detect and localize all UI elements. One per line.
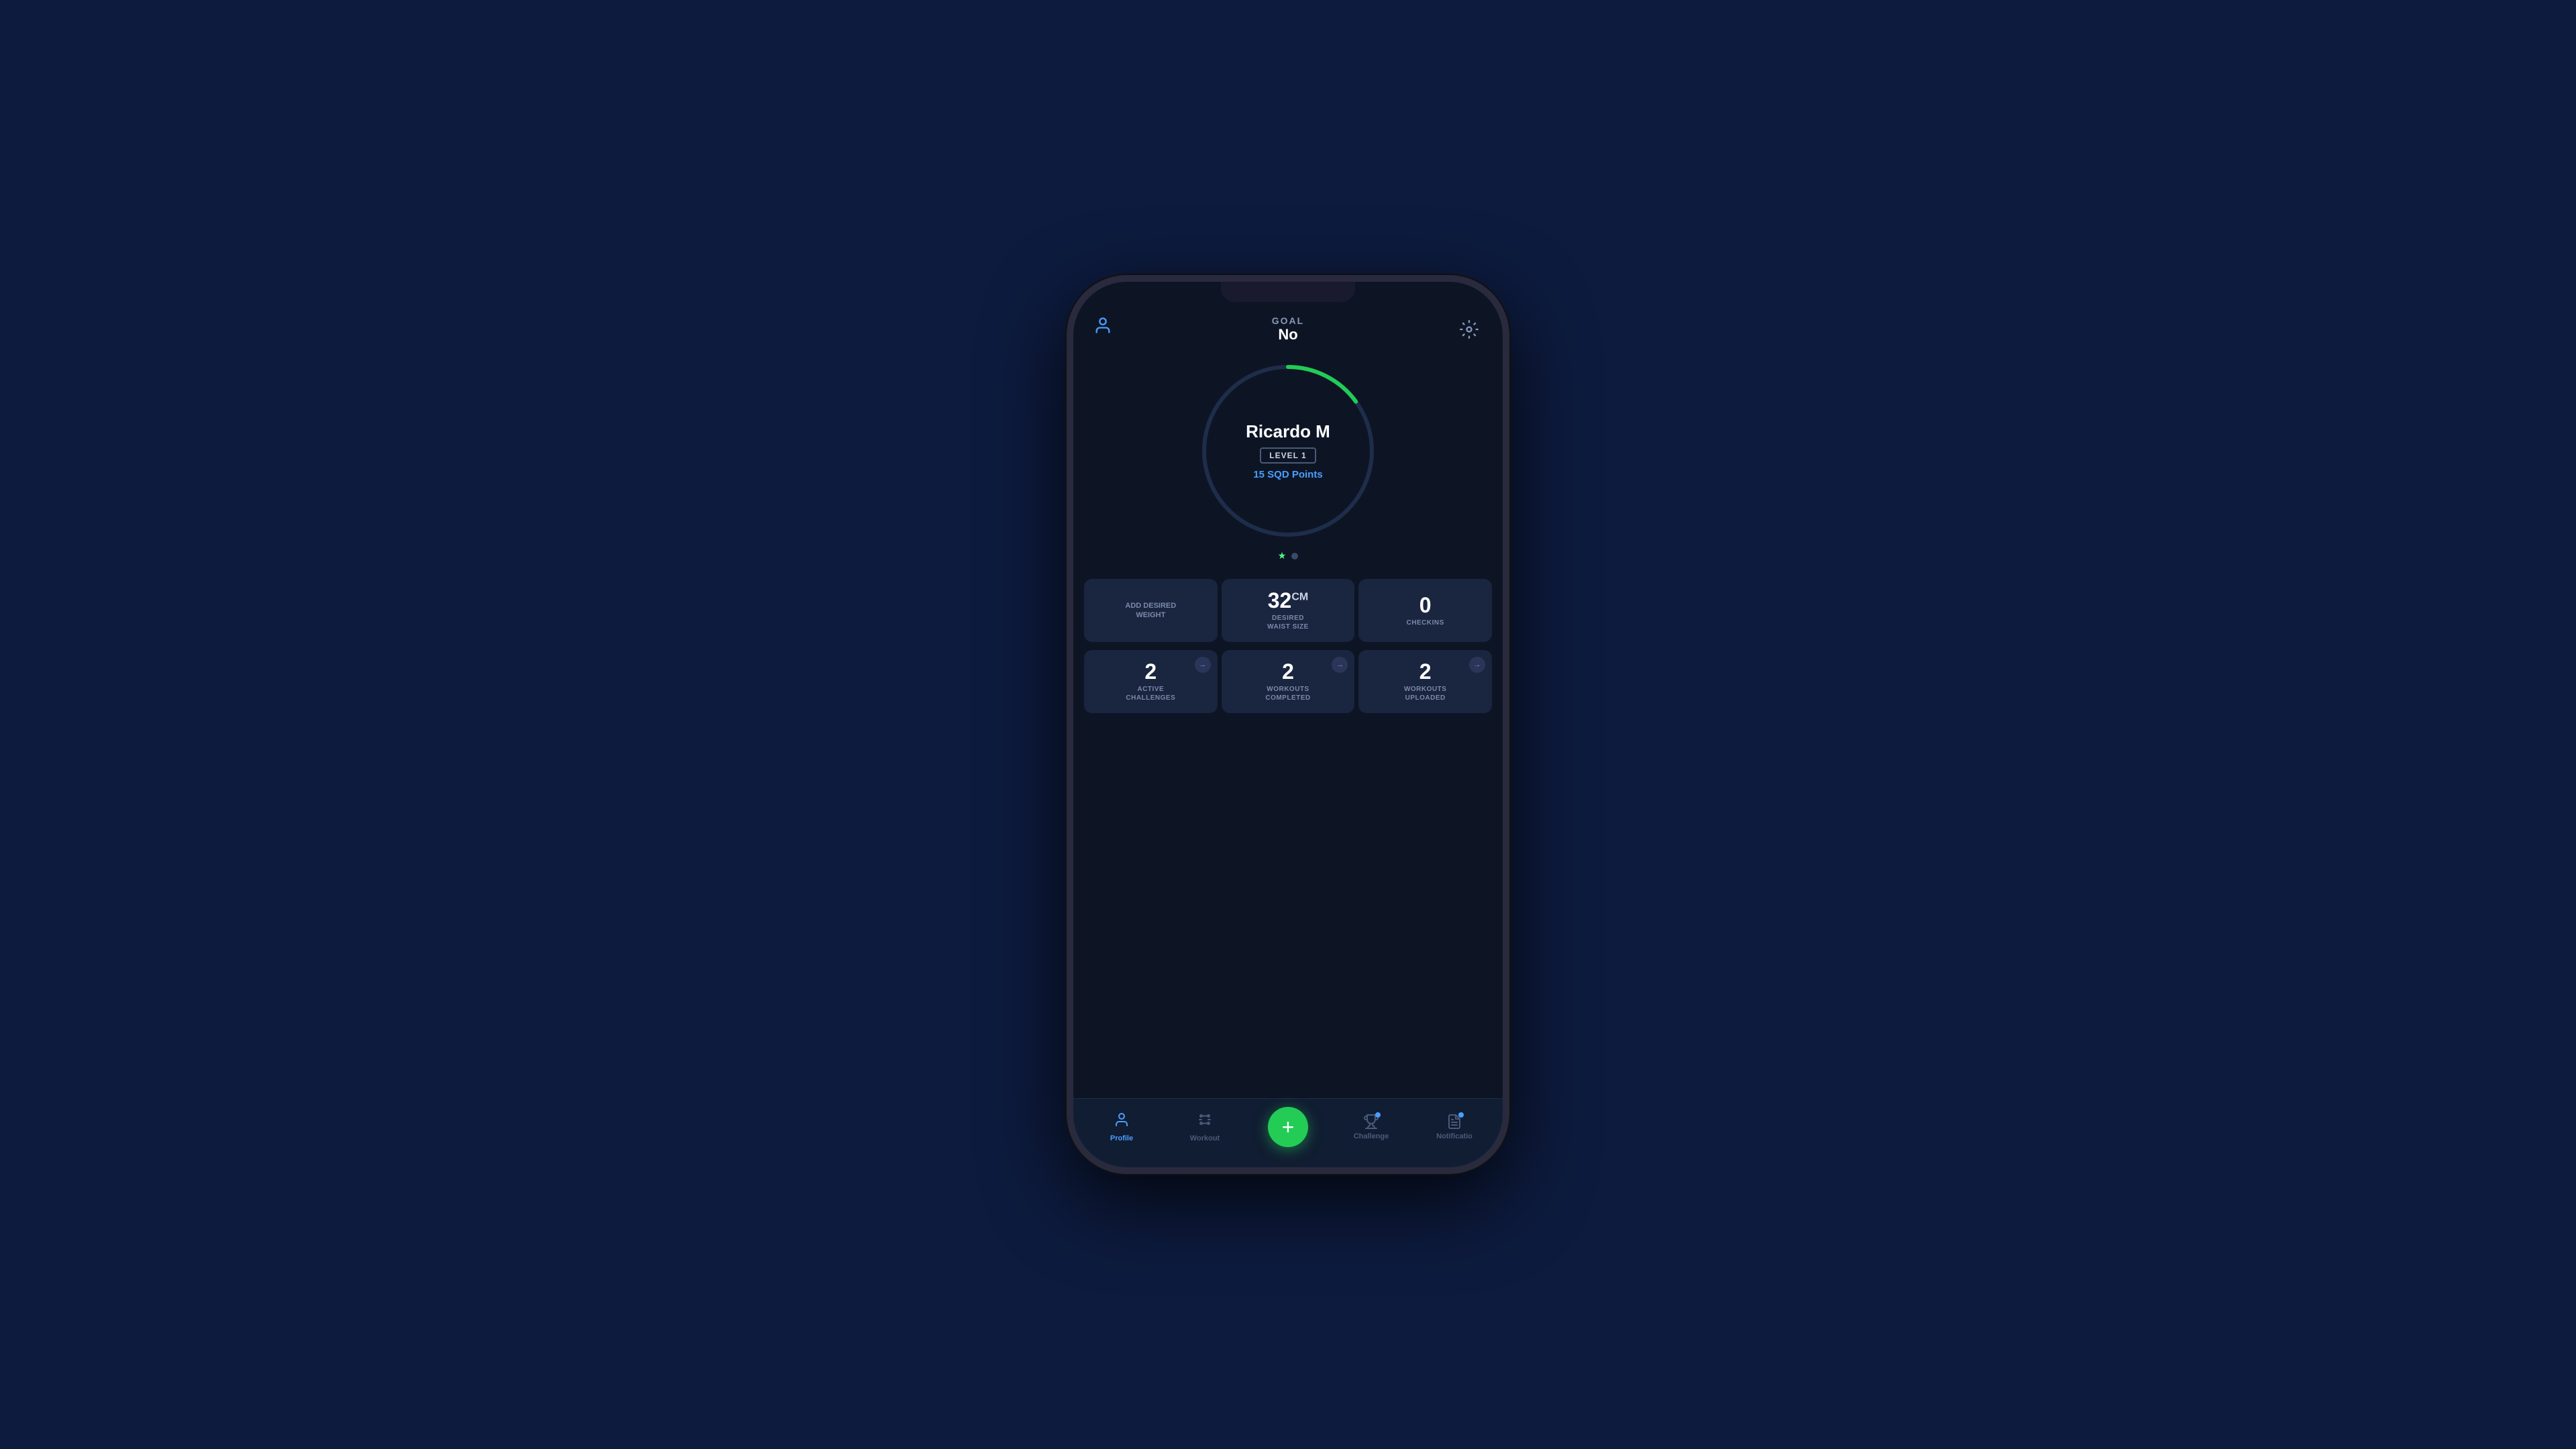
user-name: Ricardo M — [1246, 421, 1330, 442]
workouts-completed-value: 2 — [1282, 661, 1294, 682]
stat-card-active-challenges[interactable]: → 2 ACTIVECHALLENGES — [1084, 650, 1218, 713]
checkins-value: 0 — [1419, 594, 1432, 616]
workouts-uploaded-arrow[interactable]: → — [1469, 657, 1485, 673]
nav-item-notification[interactable]: Notificatio — [1413, 1114, 1496, 1140]
notification-nav-label: Notificatio — [1436, 1132, 1472, 1140]
stats-grid-row2: → 2 ACTIVECHALLENGES → 2 WORKOUTSCOMPLET… — [1073, 646, 1503, 717]
bottom-nav: Profile Workout + — [1073, 1098, 1503, 1167]
profile-nav-label: Profile — [1110, 1134, 1133, 1142]
challenge-notification-dot — [1375, 1112, 1381, 1118]
add-button[interactable]: + — [1268, 1107, 1308, 1147]
workouts-uploaded-label: WORKOUTSUPLOADED — [1404, 685, 1446, 702]
workout-nav-icon — [1197, 1112, 1213, 1132]
nav-item-add[interactable]: + — [1246, 1107, 1330, 1147]
dots-indicator: ★ — [1278, 550, 1299, 561]
level-badge: LEVEL 1 — [1260, 447, 1316, 464]
goal-label: GOAL — [1272, 315, 1304, 326]
inactive-dot — [1291, 553, 1298, 559]
active-challenges-value: 2 — [1144, 661, 1157, 682]
sqd-points: 15 SQD Points — [1253, 469, 1322, 480]
circle-inner: Ricardo M LEVEL 1 15 SQD Points — [1211, 374, 1365, 528]
profile-nav-icon — [1114, 1112, 1130, 1132]
stat-card-workouts-completed[interactable]: → 2 WORKOUTSCOMPLETED — [1222, 650, 1355, 713]
waist-value: 32CM — [1268, 590, 1308, 611]
header-center: GOAL No — [1272, 315, 1304, 343]
waist-label: DESIREDWAIST SIZE — [1267, 614, 1309, 631]
nav-item-profile[interactable]: Profile — [1080, 1112, 1163, 1142]
circle-container: Ricardo M LEVEL 1 15 SQD Points — [1194, 357, 1382, 545]
settings-icon[interactable] — [1456, 316, 1483, 343]
nav-item-challenge[interactable]: Challenge — [1330, 1114, 1413, 1140]
workouts-completed-arrow[interactable]: → — [1332, 657, 1348, 673]
user-icon[interactable] — [1093, 316, 1120, 343]
stat-card-waist[interactable]: 32CM DESIREDWAIST SIZE — [1222, 579, 1355, 642]
phone-screen: GOAL No Ricardo M — [1073, 282, 1503, 1167]
goal-value: No — [1272, 326, 1304, 343]
stat-card-add-weight[interactable]: ADD DESIREDWEIGHT — [1084, 579, 1218, 642]
add-weight-label: ADD DESIREDWEIGHT — [1125, 601, 1176, 621]
checkins-label: CHECKINS — [1407, 619, 1444, 627]
nav-item-workout[interactable]: Workout — [1163, 1112, 1246, 1142]
challenge-icon-wrapper — [1363, 1114, 1379, 1130]
active-challenges-label: ACTIVECHALLENGES — [1126, 685, 1175, 702]
phone-notch — [1221, 282, 1355, 302]
workouts-completed-label: WORKOUTSCOMPLETED — [1265, 685, 1310, 702]
active-dot-star: ★ — [1278, 550, 1287, 561]
phone-frame: GOAL No Ricardo M — [1067, 275, 1509, 1174]
workout-nav-label: Workout — [1190, 1134, 1220, 1142]
notification-dot — [1458, 1112, 1464, 1118]
notification-icon-wrapper — [1446, 1114, 1462, 1130]
spacer — [1073, 717, 1503, 1098]
active-challenges-arrow[interactable]: → — [1195, 657, 1211, 673]
workouts-uploaded-value: 2 — [1419, 661, 1432, 682]
profile-circle-area: Ricardo M LEVEL 1 15 SQD Points ★ — [1073, 350, 1503, 575]
stat-card-checkins[interactable]: 0 CHECKINS — [1358, 579, 1492, 642]
stat-card-workouts-uploaded[interactable]: → 2 WORKOUTSUPLOADED — [1358, 650, 1492, 713]
challenge-nav-label: Challenge — [1354, 1132, 1389, 1140]
stats-grid-row1: ADD DESIREDWEIGHT 32CM DESIREDWAIST SIZE… — [1073, 575, 1503, 646]
